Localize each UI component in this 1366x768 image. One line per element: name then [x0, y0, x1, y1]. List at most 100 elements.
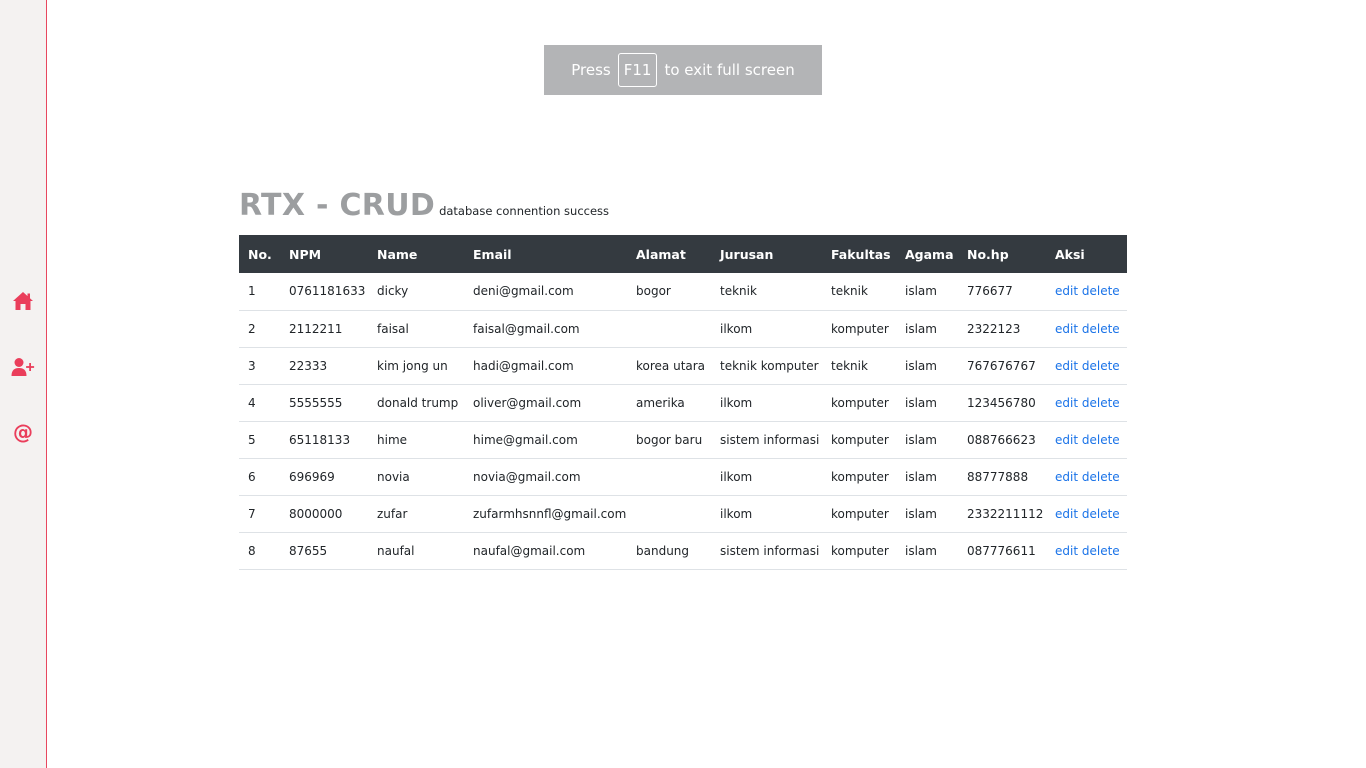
cell-jurusan: ilkom	[711, 310, 822, 348]
cell-npm: 8000000	[280, 495, 368, 533]
column-header-no: No.	[239, 235, 280, 273]
students-table: No. NPM Name Email Alamat Jurusan Fakult…	[239, 235, 1127, 570]
cell-jurusan: teknik komputer	[711, 347, 822, 385]
cell-nohp: 88777888	[958, 458, 1046, 496]
cell-alamat	[627, 495, 711, 533]
delete-link[interactable]: delete	[1082, 284, 1120, 298]
table-header: No. NPM Name Email Alamat Jurusan Fakult…	[239, 235, 1127, 273]
add-user-icon[interactable]	[11, 355, 35, 379]
column-header-npm: NPM	[280, 235, 368, 273]
cell-name: dicky	[368, 273, 464, 311]
cell-fakultas: komputer	[822, 421, 896, 459]
cell-name: zufar	[368, 495, 464, 533]
cell-name: faisal	[368, 310, 464, 348]
cell-alamat: bogor	[627, 273, 711, 311]
cell-email: faisal@gmail.com	[464, 310, 627, 348]
connection-status: database connention success	[439, 204, 610, 218]
cell-aksi: edit delete	[1046, 310, 1127, 348]
fullscreen-toast: Press F11 to exit full screen	[544, 45, 822, 95]
cell-npm: 696969	[280, 458, 368, 496]
delete-link[interactable]: delete	[1082, 359, 1120, 373]
cell-email: oliver@gmail.com	[464, 384, 627, 422]
home-icon[interactable]	[11, 289, 35, 313]
cell-name: novia	[368, 458, 464, 496]
delete-link[interactable]: delete	[1082, 433, 1120, 447]
cell-alamat	[627, 458, 711, 496]
cell-no: 3	[239, 347, 280, 385]
cell-fakultas: komputer	[822, 384, 896, 422]
cell-nohp: 123456780	[958, 384, 1046, 422]
table-row: 3 22333 kim jong un hadi@gmail.com korea…	[239, 347, 1127, 385]
cell-agama: islam	[896, 273, 958, 311]
cell-fakultas: komputer	[822, 532, 896, 570]
toast-rest-text: to exit full screen	[664, 61, 795, 79]
cell-name: kim jong un	[368, 347, 464, 385]
cell-npm: 22333	[280, 347, 368, 385]
cell-aksi: edit delete	[1046, 384, 1127, 422]
sidebar: @	[0, 0, 47, 768]
cell-jurusan: sistem informasi	[711, 421, 822, 459]
cell-nohp: 776677	[958, 273, 1046, 311]
cell-aksi: edit delete	[1046, 495, 1127, 533]
delete-link[interactable]: delete	[1082, 544, 1120, 558]
cell-aksi: edit delete	[1046, 347, 1127, 385]
edit-link[interactable]: edit	[1055, 433, 1078, 447]
cell-nohp: 087776611	[958, 532, 1046, 570]
cell-npm: 87655	[280, 532, 368, 570]
table-row: 1 0761181633 dicky deni@gmail.com bogor …	[239, 273, 1127, 311]
column-header-aksi: Aksi	[1046, 235, 1127, 273]
edit-link[interactable]: edit	[1055, 322, 1078, 336]
cell-email: novia@gmail.com	[464, 458, 627, 496]
cell-nohp: 2332211112	[958, 495, 1046, 533]
cell-agama: islam	[896, 458, 958, 496]
cell-aksi: edit delete	[1046, 458, 1127, 496]
cell-email: hime@gmail.com	[464, 421, 627, 459]
cell-email: naufal@gmail.com	[464, 532, 627, 570]
at-icon[interactable]: @	[11, 420, 35, 444]
column-header-alamat: Alamat	[627, 235, 711, 273]
delete-link[interactable]: delete	[1082, 507, 1120, 521]
edit-link[interactable]: edit	[1055, 396, 1078, 410]
cell-name: donald trump	[368, 384, 464, 422]
table-row: 5 65118133 hime hime@gmail.com bogor bar…	[239, 421, 1127, 459]
cell-agama: islam	[896, 384, 958, 422]
column-header-agama: Agama	[896, 235, 958, 273]
page-heading: RTX - CRUD database connention success	[239, 188, 609, 223]
cell-email: deni@gmail.com	[464, 273, 627, 311]
cell-alamat: bogor baru	[627, 421, 711, 459]
cell-npm: 5555555	[280, 384, 368, 422]
edit-link[interactable]: edit	[1055, 284, 1078, 298]
delete-link[interactable]: delete	[1082, 470, 1120, 484]
column-header-fakultas: Fakultas	[822, 235, 896, 273]
cell-no: 1	[239, 273, 280, 311]
edit-link[interactable]: edit	[1055, 470, 1078, 484]
cell-aksi: edit delete	[1046, 421, 1127, 459]
cell-no: 7	[239, 495, 280, 533]
column-header-jurusan: Jurusan	[711, 235, 822, 273]
edit-link[interactable]: edit	[1055, 359, 1078, 373]
toast-press-text: Press	[571, 61, 611, 79]
cell-alamat	[627, 310, 711, 348]
column-header-name: Name	[368, 235, 464, 273]
cell-no: 6	[239, 458, 280, 496]
cell-aksi: edit delete	[1046, 532, 1127, 570]
edit-link[interactable]: edit	[1055, 507, 1078, 521]
cell-agama: islam	[896, 495, 958, 533]
cell-nohp: 767676767	[958, 347, 1046, 385]
delete-link[interactable]: delete	[1082, 396, 1120, 410]
cell-fakultas: teknik	[822, 347, 896, 385]
cell-nohp: 2322123	[958, 310, 1046, 348]
cell-aksi: edit delete	[1046, 273, 1127, 311]
f11-key: F11	[617, 53, 658, 87]
edit-link[interactable]: edit	[1055, 544, 1078, 558]
cell-no: 5	[239, 421, 280, 459]
cell-fakultas: komputer	[822, 458, 896, 496]
cell-no: 4	[239, 384, 280, 422]
cell-agama: islam	[896, 347, 958, 385]
table-row: 6 696969 novia novia@gmail.com ilkom kom…	[239, 458, 1127, 496]
page-title: RTX - CRUD	[239, 188, 436, 223]
delete-link[interactable]: delete	[1082, 322, 1120, 336]
cell-agama: islam	[896, 421, 958, 459]
cell-no: 2	[239, 310, 280, 348]
cell-npm: 0761181633	[280, 273, 368, 311]
